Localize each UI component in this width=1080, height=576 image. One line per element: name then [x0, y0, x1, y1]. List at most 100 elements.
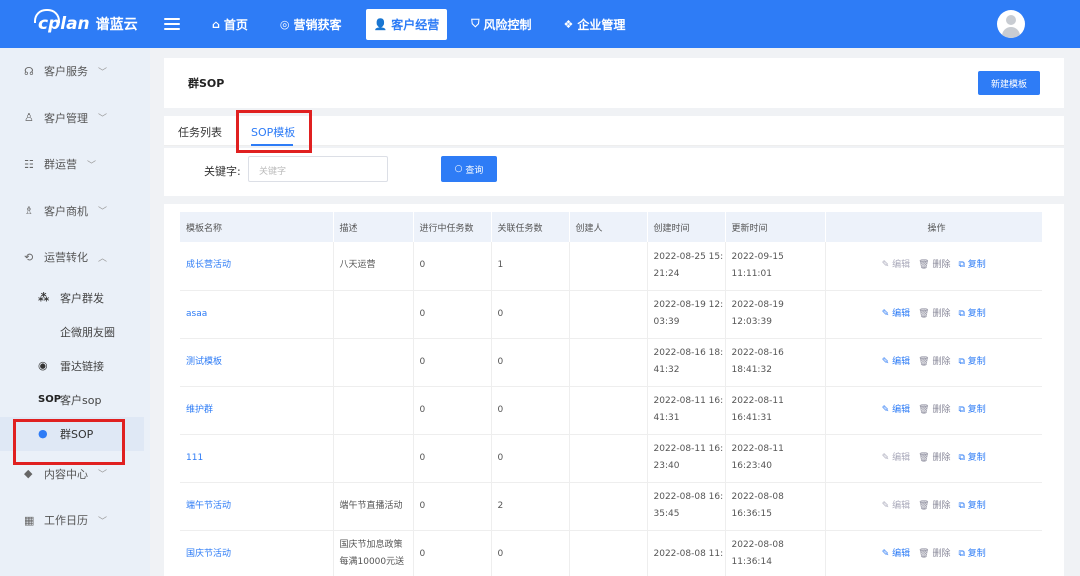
copy-button[interactable]: ⧉ 复制 [958, 260, 985, 270]
nav-label: 企业管理 [577, 17, 626, 32]
sidebar-group-3[interactable]: ♗ 客户商机 ﹀ [0, 188, 150, 235]
copy-label: 复制 [967, 548, 986, 559]
actions-cell: ✎ 编辑 🗑 删除 ⧉ 复制 [825, 434, 1042, 483]
creator-cell [569, 242, 648, 291]
actions-cell: ✎ 编辑 🗑 删除 ⧉ 复制 [825, 338, 1042, 387]
template-name-link[interactable]: 国庆节活动 [180, 530, 334, 576]
copy-icon: ⧉ [958, 260, 968, 271]
edit-button[interactable]: ✎ 编辑 [882, 260, 910, 270]
running-count-cell: 0 [413, 530, 492, 576]
broadcast-icon: ⁂ [38, 291, 50, 304]
sidebar-more-1[interactable]: ▦ 工作日历 ﹀ [0, 497, 150, 544]
sidebar-group-4[interactable]: ⟲ 运营转化 ︿ [0, 234, 150, 281]
delete-label: 删除 [932, 548, 951, 559]
copy-icon: ⧉ [958, 452, 968, 463]
user-avatar[interactable] [997, 10, 1025, 38]
tab-task-list[interactable]: 任务列表 [178, 124, 222, 140]
brand-logo[interactable]: cplan 谱蓝云 [0, 9, 150, 34]
nav-label: 营销获客 [293, 17, 342, 32]
keyword-input[interactable]: 关键字 [248, 156, 388, 182]
logo-mark: cplan [34, 9, 90, 34]
sidebar-group-1[interactable]: ♙ 客户管理 ﹀ [0, 95, 150, 142]
edit-label: 编辑 [892, 452, 911, 463]
copy-button[interactable]: ⧉ 复制 [958, 357, 985, 367]
delete-button[interactable]: 🗑 删除 [918, 357, 950, 367]
edit-icon: ✎ [881, 404, 893, 415]
copy-button[interactable]: ⧉ 复制 [958, 453, 985, 463]
edit-label: 编辑 [892, 260, 911, 271]
edit-button[interactable]: ✎ 编辑 [882, 453, 910, 463]
updated-time-cell: 2022-08-16 18:41:32 [725, 338, 826, 387]
nav-item-3[interactable]: ⛉ 风险控制 [463, 9, 539, 40]
delete-button[interactable]: 🗑 删除 [918, 260, 950, 270]
copy-button[interactable]: ⧉ 复制 [958, 309, 985, 319]
nav-item-0[interactable]: ⌂ 首页 [204, 9, 256, 40]
updated-time-cell: 2022-08-19 12:03:39 [725, 290, 826, 339]
copy-label: 复制 [967, 356, 986, 367]
creator-cell [569, 434, 648, 483]
created-time-cell: 2022-08-11 16: 41:31 [647, 386, 726, 435]
copy-button[interactable]: ⧉ 复制 [958, 549, 985, 559]
query-button[interactable]: ○ 查询 [441, 156, 497, 182]
running-count-cell: 0 [413, 482, 492, 531]
shield-icon: ⛉ [471, 17, 480, 30]
edit-button[interactable]: ✎ 编辑 [882, 501, 910, 511]
edit-button[interactable]: ✎ 编辑 [882, 309, 910, 319]
edit-button[interactable]: ✎ 编辑 [882, 357, 910, 367]
people-icon: ♙ [24, 111, 34, 125]
sidebar-group-label: 客户服务 [44, 65, 88, 79]
running-count-cell: 0 [413, 242, 492, 291]
table-row: 端午节活动 端午节直播活动 0 2 2022-08-08 16: 35:45 2022-08… [180, 482, 1042, 531]
nav-item-2[interactable]: 👤 客户经营 [365, 8, 448, 40]
running-count-cell: 0 [413, 338, 492, 387]
template-name-link[interactable]: 维护群 [180, 386, 334, 435]
delete-button[interactable]: 🗑 删除 [918, 549, 950, 559]
sidebar-group-label: 客户管理 [44, 111, 88, 125]
edit-icon: ✎ [881, 308, 893, 319]
trash-icon: 🗑 [918, 260, 933, 271]
chevron-up-icon: ︿ [98, 253, 108, 264]
sidebar-group-2[interactable]: ☷ 群运营 ﹀ [0, 141, 150, 188]
updated-time-cell: 2022-08-11 16:23:40 [725, 434, 826, 483]
copy-label: 复制 [967, 500, 986, 511]
column-header: 操作 [825, 212, 1043, 242]
chevron-down-icon: ﹀ [98, 207, 108, 218]
nav-item-4[interactable]: ❖ 企业管理 [556, 9, 634, 40]
description-cell [333, 290, 414, 339]
table-row: asaa 0 0 2022-08-19 12: 03:39 2022-08-19 12:0… [180, 290, 1042, 339]
sidebar-group-label: 群运营 [44, 158, 77, 172]
menu-toggle-icon[interactable] [164, 18, 180, 30]
new-template-button[interactable]: 新建模板 [978, 71, 1040, 95]
column-header: 创建人 [569, 212, 648, 242]
edit-button[interactable]: ✎ 编辑 [882, 549, 910, 559]
trash-icon: 🗑 [918, 500, 933, 511]
related-count-cell: 0 [491, 338, 570, 387]
created-time: 21:24 [653, 268, 680, 279]
nav-label: 首页 [223, 17, 248, 32]
sidebar-sub-2[interactable]: ◉ 雷达链接 [0, 349, 150, 383]
sidebar-group-0[interactable]: ☊ 客户服务 ﹀ [0, 48, 150, 95]
template-name-link[interactable]: 成长营活动 [180, 242, 334, 291]
created-time: 23:40 [653, 461, 680, 471]
edit-button[interactable]: ✎ 编辑 [882, 405, 910, 415]
delete-label: 删除 [932, 308, 951, 319]
sidebar-sub-1[interactable]: 企微朋友圈 [0, 315, 150, 349]
copy-button[interactable]: ⧉ 复制 [958, 405, 985, 415]
main-nav: ⌂ 首页 ◎ 营销获客 👤 客户经营 ⛉ 风险控制 ❖ 企业管理 [204, 0, 645, 48]
sidebar-sub-3[interactable]: SOP 客户sop [0, 383, 150, 417]
delete-button[interactable]: 🗑 删除 [918, 501, 950, 511]
delete-button[interactable]: 🗑 删除 [918, 405, 950, 415]
table-row: 维护群 0 0 2022-08-11 16: 41:31 2022-08-11 16:41… [180, 386, 1042, 435]
delete-button[interactable]: 🗑 删除 [918, 309, 950, 319]
created-date: 2022-08-25 15: [653, 251, 724, 262]
template-name-link[interactable]: asaa [180, 290, 334, 339]
nav-item-1[interactable]: ◎ 营销获客 [272, 9, 350, 40]
template-name-link[interactable]: 测试模板 [180, 338, 334, 387]
template-name-link[interactable]: 111 [180, 434, 334, 483]
template-name-link[interactable]: 端午节活动 [180, 482, 334, 531]
copy-button[interactable]: ⧉ 复制 [958, 501, 985, 511]
sidebar-sub-0[interactable]: ⁂ 客户群发 [0, 281, 150, 315]
delete-button[interactable]: 🗑 删除 [918, 453, 950, 463]
created-date: 2022-08-08 11: [653, 548, 724, 559]
related-count-cell: 0 [491, 530, 570, 576]
